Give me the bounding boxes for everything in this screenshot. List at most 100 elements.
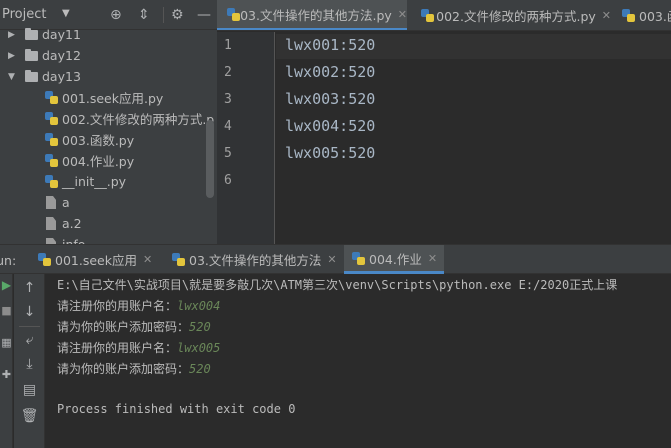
arrow-up-icon[interactable]: ↑ [14,280,45,296]
tree-item-label: info [62,237,85,244]
console-prompt: 请为你的账户添加密码： [57,362,190,376]
python-file-icon [45,175,58,188]
scroll-to-end-icon[interactable]: ⤓ [14,356,45,372]
code-line: lwx005:520 [285,144,376,162]
python-file-icon [622,9,635,22]
code-editor[interactable]: 1 2 3 4 5 6 lwx001:520 lwx002:520 lwx003… [217,32,671,244]
toolbar-separator [163,7,164,23]
tree-file-init[interactable]: __init__.py [45,171,126,192]
console-prompt: 请为你的账户添加密码： [57,320,190,334]
locate-file-icon[interactable]: ⊕ [110,7,122,23]
python-file-icon [172,253,185,266]
close-icon[interactable]: ✕ [398,8,407,21]
editor-tab-label: 03.文件操作的其他方法.py [240,7,392,23]
close-icon[interactable]: ✕ [327,253,336,266]
toolbar-separator [19,326,40,327]
tree-folder-day13[interactable]: ▼ day13 [8,66,81,87]
tree-file-004[interactable]: 004.作业.py [45,150,134,171]
tree-folder-day11[interactable]: ▶ day11 [8,24,81,45]
tree-item-label: a [62,195,70,210]
line-number: 3 [224,92,232,107]
line-number-gutter [217,32,275,244]
tree-item-label: 001.seek应用.py [62,91,164,106]
python-file-icon [45,154,58,167]
line-number: 2 [224,65,232,80]
chevron-down-icon[interactable]: ▼ [8,72,18,82]
run-console[interactable]: E:\自己文件\实战项目\就是要多敲几次\ATM第三次\venv\Scripts… [46,274,671,448]
run-tab-label: 03.文件操作的其他方法 [189,253,322,268]
run-toolbar-outer: ▶ ■ ▦ ✚ [0,274,13,448]
run-toolbar: ↑ ↓ ⤶ ⤓ ▤ 🗑 [14,274,45,448]
trash-icon[interactable]: 🗑 [14,408,45,424]
line-number: 1 [224,38,232,53]
chevron-right-icon[interactable]: ▶ [8,30,18,40]
close-icon[interactable]: ✕ [428,252,437,265]
tree-item-label: day12 [42,48,81,63]
run-tab-03[interactable]: 03.文件操作的其他方法 ✕ [164,245,338,274]
soft-wrap-icon[interactable]: ⤶ [14,332,45,348]
python-file-icon [352,251,365,265]
line-number: 6 [224,173,232,188]
folder-icon [25,48,38,61]
close-icon[interactable]: ✕ [143,253,152,266]
project-view-selector[interactable]: Project [2,7,46,22]
tree-item-label: a.2 [62,216,82,231]
python-file-icon [45,133,58,146]
tree-item-label: 004.作业.py [62,154,135,169]
tree-file-001-seek[interactable]: 001.seek应用.py [45,87,163,108]
print-icon[interactable]: ▤ [14,382,45,398]
tree-file-a[interactable]: a [45,192,70,213]
run-tab-001-seek[interactable]: 001.seek应用 ✕ [30,245,160,274]
editor-tab-03[interactable]: 03.文件操作的其他方法.py ✕ [217,0,407,30]
console-input: 520 [189,320,211,334]
console-prompt: 请注册你的用账户名： [57,299,178,313]
tree-file-info[interactable]: info [45,234,85,244]
text-file-icon [46,217,56,230]
code-line: lwx004:520 [285,117,376,135]
console-exit-message: Process finished with exit code 0 [57,402,296,416]
run-tab-004[interactable]: 004.作业 ✕ [344,245,444,274]
console-prompt: 请注册你的用账户名： [57,341,178,355]
line-number: 4 [224,119,232,134]
tree-folder-day12[interactable]: ▶ day12 [8,45,81,66]
project-panel: Project ▼ ⊕ ⇕ ⚙ — ▶ day11 ▶ day12 ▼ day1… [0,0,217,244]
tree-file-002[interactable]: 002.文件修改的两种方式.p [45,108,214,129]
run-label: Run: [0,253,17,268]
tree-item-label: __init__.py [62,174,127,189]
close-icon[interactable]: ✕ [602,9,611,22]
gear-icon[interactable]: ⚙ [171,7,184,23]
console-text: E:\自己文件\实战项目\就是要多敲几次\ATM第三次\venv\Scripts… [57,278,618,292]
run-tab-label: 001.seek应用 [55,253,137,268]
line-number: 5 [224,146,232,161]
console-input: 520 [189,362,211,376]
collapse-all-icon[interactable]: ⇕ [138,7,150,23]
tree-file-003[interactable]: 003.函数.py [45,129,134,150]
python-file-icon [45,91,58,104]
folder-icon [25,69,38,82]
code-line: lwx002:520 [285,63,376,81]
editor-tab-003[interactable]: 003.函 [612,0,671,30]
editor-tab-002[interactable]: 002.文件修改的两种方式.py ✕ [411,0,611,30]
tree-file-a2[interactable]: a.2 [45,213,82,234]
tree-item-label: day11 [42,27,81,42]
arrow-down-icon[interactable]: ↓ [14,304,45,320]
code-line: lwx003:520 [285,90,376,108]
folder-icon [25,27,38,40]
console-input: lwx004 [177,299,221,313]
python-file-icon [45,112,58,125]
tree-item-label: 003.函数.py [62,133,135,148]
code-line: lwx001:520 [285,36,376,54]
editor-tab-bar: 03.文件操作的其他方法.py ✕ 002.文件修改的两种方式.py ✕ 003… [217,0,671,31]
tree-scrollbar[interactable] [206,120,214,198]
chevron-down-icon[interactable]: ▼ [62,8,70,19]
hide-panel-icon[interactable]: — [197,7,211,23]
console-line: Process finished with exit code 0 [57,402,295,416]
chevron-right-icon[interactable]: ▶ [8,51,18,61]
editor-tab-label: 003.函 [639,9,671,24]
python-file-icon [38,253,51,266]
console-line: 请注册你的用账户名：lwx005 [57,339,220,356]
tree-item-label: 002.文件修改的两种方式.p [62,112,215,127]
console-line: E:\自己文件\实战项目\就是要多敲几次\ATM第三次\venv\Scripts… [57,276,617,293]
tree-item-label: day13 [42,69,81,84]
python-file-icon [421,9,435,22]
